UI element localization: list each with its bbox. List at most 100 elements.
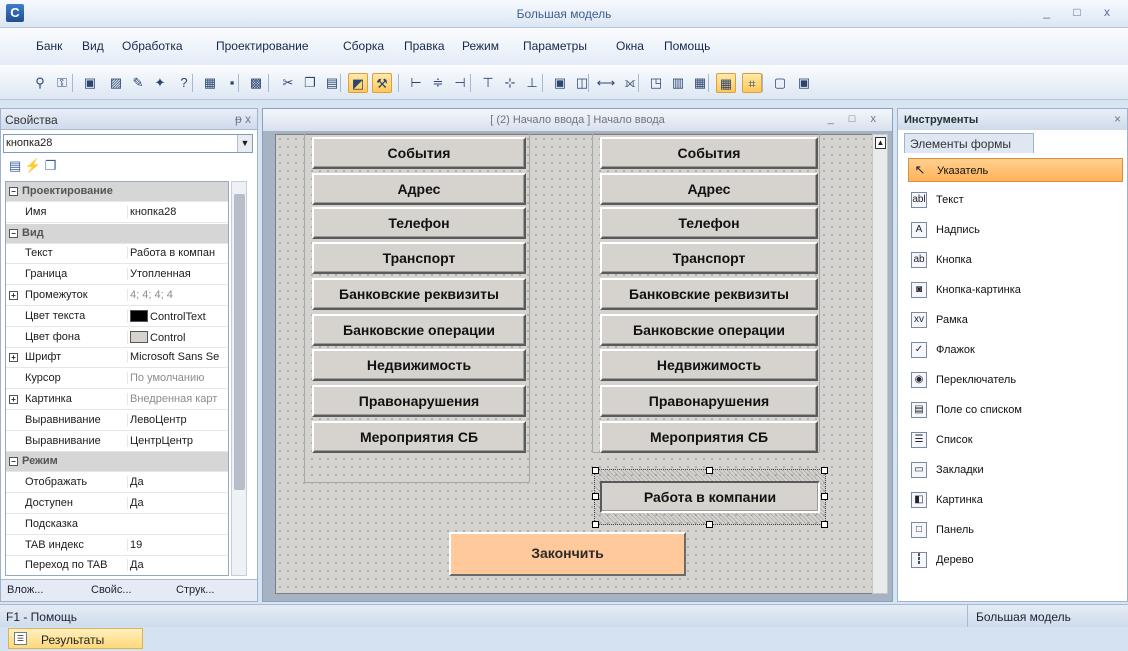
property-value[interactable]: Внедренная карт (127, 393, 228, 405)
window-controls[interactable]: _ □ x (1043, 5, 1120, 19)
menu-item-0[interactable]: Банк (36, 39, 62, 53)
align-right-icon[interactable]: ⊣ (450, 73, 470, 93)
form-canvas[interactable]: Работа в компании Закончить События Событ… (275, 133, 875, 594)
form-button-left-8[interactable]: Мероприятия СБ (312, 421, 526, 453)
wizard-icon[interactable]: ✦ (150, 73, 170, 93)
expand-icon[interactable]: + (9, 353, 18, 363)
toolbox-item-11[interactable]: ◧ Картинка (908, 488, 1123, 512)
property-value[interactable]: По умолчанию (127, 372, 228, 385)
align-center-icon[interactable]: ≑ (428, 73, 448, 93)
property-row[interactable]: + Промежуток 4; 4; 4; 4 (6, 286, 228, 306)
grid-icon[interactable]: ▦ (716, 73, 736, 93)
pin-icon[interactable]: ᵽ x (235, 112, 251, 126)
scroll-up-icon[interactable]: ▲ (875, 137, 886, 149)
property-value[interactable]: Утопленная (127, 268, 228, 281)
toolbox-item-0[interactable]: ↖ Указатель (908, 158, 1123, 182)
resize-handle[interactable] (706, 521, 713, 528)
resize-handle[interactable] (821, 493, 828, 500)
tab-structure[interactable]: Струк... (176, 584, 214, 596)
align-top-icon[interactable]: ⊤ (478, 73, 498, 93)
menu-item-4[interactable]: Сборка (343, 39, 384, 53)
toolbox-item-2[interactable]: A Надпись (908, 218, 1123, 242)
property-row[interactable]: Подсказка (6, 515, 228, 535)
property-row[interactable]: TAB индекс 19 (6, 536, 228, 556)
property-value[interactable]: Да (127, 559, 228, 572)
group-icon[interactable]: ▥ (668, 73, 688, 93)
collapse-icon[interactable]: − (9, 457, 18, 467)
form-button-right-6[interactable]: Недвижимость (600, 349, 818, 381)
align-middle-icon[interactable]: ⊹ (500, 73, 520, 93)
work-in-company-button[interactable]: Работа в компании (600, 481, 820, 513)
toolbox-item-5[interactable]: xv Рамка (908, 308, 1123, 332)
form-button-left-3[interactable]: Транспорт (312, 242, 526, 274)
order-icon[interactable]: ◳ (646, 73, 666, 93)
form-button-left-2[interactable]: Телефон (312, 207, 526, 239)
toolbox-item-9[interactable]: ☰ Список (908, 428, 1123, 452)
form-button-right-5[interactable]: Банковские операции (600, 314, 818, 346)
menu-item-5[interactable]: Правка (404, 39, 445, 53)
cut-icon[interactable]: ✂ (278, 73, 298, 93)
property-value[interactable]: Да (127, 476, 228, 489)
property-value[interactable]: ЦентрЦентр (127, 434, 228, 447)
menu-item-3[interactable]: Проектирование (216, 39, 309, 53)
hspace-icon[interactable]: ⟷ (596, 73, 616, 93)
property-row[interactable]: Выравнивание ЛевоЦентр (6, 411, 228, 431)
align-bottom-icon[interactable]: ⊥ (522, 73, 542, 93)
collapse-icon[interactable]: − (9, 228, 18, 238)
property-category[interactable]: − Проектирование (6, 182, 228, 202)
property-category[interactable]: − Режим (6, 452, 228, 473)
edit-form-icon[interactable]: ▨ (106, 73, 126, 93)
property-row[interactable]: Имя кнопка28 (6, 203, 228, 223)
property-value[interactable]: 19 (127, 538, 228, 551)
menu-item-7[interactable]: Параметры (523, 39, 587, 53)
property-row[interactable]: Курсор По умолчанию (6, 369, 228, 390)
property-category[interactable]: − Вид (6, 223, 228, 244)
tools-icon[interactable]: ⚒ (372, 73, 392, 93)
form-button-left-7[interactable]: Правонарушения (312, 385, 526, 417)
align-left-icon[interactable]: ⊢ (406, 73, 426, 93)
toolbox-item-13[interactable]: ┇ Дерево (908, 548, 1123, 572)
form-button-left-6[interactable]: Недвижимость (312, 349, 526, 381)
property-value[interactable]: Control (127, 330, 228, 344)
resize-handle[interactable] (592, 493, 599, 500)
form-button-right-2[interactable]: Телефон (600, 207, 818, 239)
toolbox-item-1[interactable]: abl Текст (908, 188, 1123, 212)
expand-icon[interactable]: + (9, 291, 18, 300)
form-button-right-8[interactable]: Мероприятия СБ (600, 421, 818, 453)
designer-controls[interactable]: _ □ x (828, 113, 882, 125)
property-value[interactable]: 4; 4; 4; 4 (127, 289, 228, 301)
property-value[interactable]: ControlText (127, 309, 228, 323)
property-row[interactable]: + Картинка Внедренная карт (6, 390, 228, 410)
find-icon[interactable]: ⚿ (52, 73, 72, 93)
property-row[interactable]: Текст Работа в компан (6, 244, 228, 265)
properties-view-icons[interactable]: ▤ ⚡ ❐ (9, 158, 56, 174)
form-button-right-1[interactable]: Адрес (600, 173, 818, 205)
tab-nested[interactable]: Влож... (7, 584, 43, 596)
toolbox-item-3[interactable]: ab Кнопка (908, 248, 1123, 272)
property-scrollbar[interactable] (231, 181, 247, 576)
pencil-icon[interactable]: ✎ (128, 73, 148, 93)
property-row[interactable]: Доступен Да (6, 494, 228, 514)
property-value[interactable]: Да (127, 497, 228, 509)
form-button-right-0[interactable]: События (600, 137, 818, 169)
collapse-icon[interactable]: − (9, 187, 18, 196)
toolbox-item-10[interactable]: ▭ Закладки (908, 458, 1123, 482)
save-icon[interactable]: ▪ (222, 73, 242, 93)
property-row[interactable]: Выравнивание ЦентрЦентр (6, 432, 228, 452)
tab-properties[interactable]: Свойс... (91, 584, 132, 596)
results-tab[interactable]: ☰ Результаты (8, 628, 143, 649)
property-row[interactable]: Отображать Да (6, 473, 228, 494)
close-icon[interactable]: × (1114, 112, 1121, 126)
toolbox-item-6[interactable]: ✓ Флажок (908, 338, 1123, 362)
form-button-right-4[interactable]: Банковские реквизиты (600, 278, 818, 310)
resize-handle[interactable] (821, 467, 828, 474)
form-button-left-4[interactable]: Банковские реквизиты (312, 278, 526, 310)
expand-icon[interactable]: + (9, 395, 18, 404)
bring-front-icon[interactable]: ▢ (770, 73, 790, 93)
property-value[interactable]: ЛевоЦентр (127, 413, 228, 426)
resize-handle[interactable] (592, 467, 599, 474)
menu-item-1[interactable]: Вид (82, 39, 104, 53)
toolbox-item-7[interactable]: ◉ Переключатель (908, 368, 1123, 392)
resize-handle[interactable] (592, 521, 599, 528)
copy-icon[interactable]: ❐ (300, 73, 320, 93)
